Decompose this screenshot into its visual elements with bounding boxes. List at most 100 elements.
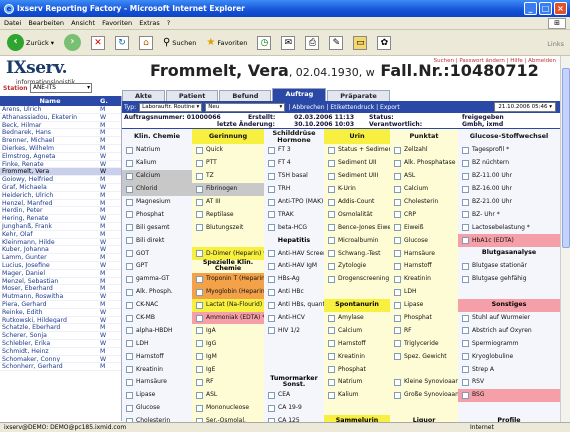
test-checkbox[interactable] [268,314,275,322]
test-item[interactable]: HbA1c (EDTA) [458,234,560,248]
test-item[interactable]: BZ-11.00 Uhr [458,170,560,183]
test-checkbox[interactable] [196,314,203,322]
test-checkbox[interactable] [328,275,335,283]
test-item[interactable]: GOT [122,247,192,260]
test-item[interactable]: Lactat (Na-Flourid) [192,298,264,312]
test-checkbox[interactable] [462,198,469,206]
test-checkbox[interactable] [126,327,133,335]
test-item[interactable]: ASL [192,389,264,402]
tab-befund[interactable]: Befund [219,90,272,101]
patient-row[interactable]: Lucius, Josefine W [0,262,121,270]
menu-datei[interactable]: Datei [4,19,21,27]
patient-row[interactable]: Menzel, Sebastian M [0,278,121,286]
test-checkbox[interactable] [328,378,335,386]
test-checkbox[interactable] [328,340,335,348]
test-checkbox[interactable] [462,275,469,283]
tab-praeparate[interactable]: Präparate [327,90,390,101]
patient-row[interactable]: Kleinmann, Hilde W [0,239,121,247]
test-checkbox[interactable] [268,211,275,219]
test-checkbox[interactable] [268,185,275,193]
patient-row[interactable]: Junghanß, Frank M [0,223,121,231]
test-checkbox[interactable] [394,391,401,399]
test-checkbox[interactable] [126,262,133,270]
menu-extras[interactable]: Extras [139,19,160,27]
test-item[interactable]: CA 125 [264,415,324,422]
test-item[interactable]: Lipase [390,299,458,312]
test-checkbox[interactable] [196,185,203,193]
search-button[interactable]: ⚲ Suchen [160,35,199,50]
patient-row[interactable]: Finke, Renate W [0,161,121,169]
patient-row[interactable]: Schmidt, Heinz M [0,348,121,356]
test-checkbox[interactable] [196,327,203,335]
test-item[interactable]: Anti-TPO (MAK) [264,196,324,209]
patient-row[interactable]: Reinke, Edith W [0,309,121,317]
patient-row[interactable]: Frommelt, Vera W [0,168,121,177]
test-checkbox[interactable] [268,327,275,335]
test-checkbox[interactable] [126,159,133,167]
test-checkbox[interactable] [126,301,133,309]
test-checkbox[interactable] [196,172,203,180]
test-checkbox[interactable] [462,327,469,335]
test-item[interactable]: CK-MB [122,312,192,325]
patient-row[interactable]: Piera, Gerhard M [0,301,121,309]
test-item[interactable]: gamma-GT [122,273,192,286]
order-actions[interactable]: | Abbrechen | Etikettendruck | Export [288,104,399,111]
test-item[interactable]: Spermiogramm [458,337,560,350]
test-item[interactable]: D-Dimer (Heparin) * [192,247,264,261]
test-checkbox[interactable] [196,211,203,219]
test-item[interactable]: Lactosebelastung * [458,221,560,234]
test-item[interactable]: Kreatinin [324,350,390,363]
tab-auftrag[interactable]: Auftrag [272,88,327,101]
test-checkbox[interactable] [268,250,275,258]
test-checkbox[interactable] [394,250,401,258]
test-item[interactable]: Alk. Phosphatase [390,157,458,170]
test-item[interactable]: beta-HCG [264,221,324,234]
test-checkbox[interactable] [394,288,401,296]
test-item[interactable]: FT 3 [264,144,324,157]
test-checkbox[interactable] [196,146,203,154]
neu-select[interactable]: Neu ▾ [205,102,286,112]
test-item[interactable]: Fibrinogen [192,182,264,196]
test-item[interactable]: RF [390,324,458,337]
test-checkbox[interactable] [462,185,469,193]
test-item[interactable]: Magnesium [122,196,192,209]
test-item[interactable]: LDH [122,337,192,350]
test-checkbox[interactable] [328,237,335,245]
test-checkbox[interactable] [196,404,203,412]
test-checkbox[interactable] [126,211,133,219]
test-checkbox[interactable] [196,224,203,232]
test-item[interactable]: Kreatinin [390,273,458,286]
test-checkbox[interactable] [268,159,275,167]
station-select[interactable]: ANE-ITS ▾ [30,83,92,93]
test-item[interactable]: Calcium [122,169,192,183]
patient-row[interactable]: Schomaker, Conny W [0,356,121,364]
test-item[interactable]: CEA [264,389,324,402]
test-checkbox[interactable] [394,275,401,283]
test-checkbox[interactable] [126,172,133,180]
test-item[interactable]: ASL [390,170,458,183]
test-item[interactable]: TRAK [264,208,324,221]
test-checkbox[interactable] [126,224,133,232]
test-checkbox[interactable] [268,224,275,232]
test-item[interactable]: Ser.-Osmolal. [192,415,264,422]
test-checkbox[interactable] [126,198,133,206]
test-item[interactable]: Kalium [122,157,192,170]
test-item[interactable]: Calcium [324,324,390,337]
close-button[interactable]: × [554,2,567,15]
patient-row[interactable]: Mutmann, Roswitha W [0,293,121,301]
test-checkbox[interactable] [328,159,335,167]
test-item[interactable]: Amylase [324,312,390,325]
test-checkbox[interactable] [126,275,133,283]
test-item[interactable]: GPT [122,260,192,273]
test-item[interactable]: Kreatinin [122,363,192,376]
test-item[interactable]: Blutungszeit [192,221,264,234]
test-checkbox[interactable] [462,391,469,399]
test-item[interactable]: Sediment UII [324,157,390,170]
test-checkbox[interactable] [268,172,275,180]
test-item[interactable]: Harnstoff [324,337,390,350]
test-checkbox[interactable] [328,146,335,154]
test-item[interactable]: Kalium [324,389,390,402]
test-item[interactable]: Anti-HCV [264,312,324,325]
test-item[interactable]: Anti-HAV Screening [264,247,324,260]
test-item[interactable]: K-Urin [324,183,390,196]
